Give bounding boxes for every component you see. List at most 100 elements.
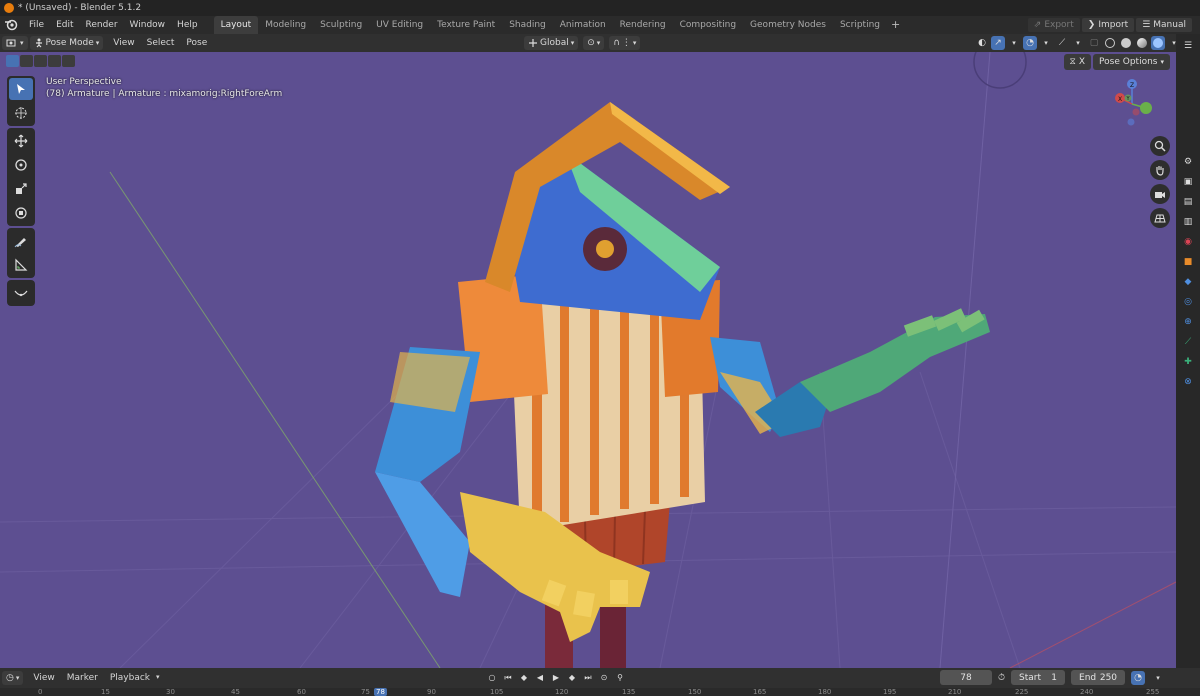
close-pose-panel-button[interactable]: ⧖ X [1063, 54, 1092, 70]
modifier-properties-icon[interactable]: ◆ [1180, 274, 1196, 290]
relax-pose-tool[interactable] [9, 282, 33, 304]
navigation-gizmo[interactable]: Z X Y [1104, 76, 1160, 132]
tab-shading[interactable]: Shading [502, 16, 553, 34]
tab-texture-paint[interactable]: Texture Paint [430, 16, 502, 34]
auto-keying-icon[interactable]: ⊙ [598, 671, 610, 684]
tab-compositing[interactable]: Compositing [673, 16, 743, 34]
move-tool[interactable] [9, 130, 33, 152]
xray-icon[interactable]: ▢ [1087, 36, 1101, 50]
orientation-dropdown[interactable]: Global ▾ [524, 36, 579, 50]
material-shading-icon[interactable] [1135, 36, 1149, 50]
physics-properties-icon[interactable]: ◎ [1180, 294, 1196, 310]
menu-render[interactable]: Render [80, 16, 124, 34]
outliner-icon[interactable]: ☰ [1180, 38, 1196, 54]
output-properties-icon[interactable]: ▤ [1180, 194, 1196, 210]
jump-start-icon[interactable]: ⏮ [502, 671, 514, 684]
render-properties-icon[interactable]: ▣ [1180, 174, 1196, 190]
measure-tool[interactable] [9, 254, 33, 276]
solid-shading-icon[interactable] [1119, 36, 1133, 50]
tab-modeling[interactable]: Modeling [258, 16, 313, 34]
jump-end-icon[interactable]: ⏭ [582, 671, 594, 684]
select-extend-icon[interactable] [20, 55, 33, 67]
viewport-menu-pose[interactable]: Pose [180, 38, 213, 48]
pose-options-dropdown[interactable]: Pose Options ▾ [1093, 54, 1170, 70]
timeline-menu-marker[interactable]: Marker [61, 673, 104, 683]
play-reverse-icon[interactable]: ◀ [534, 671, 546, 684]
snap-toggle[interactable]: ∩ ⋮ ▾ [609, 36, 641, 50]
chevron-down-icon[interactable]: ▾ [1007, 36, 1021, 50]
select-difference-icon[interactable] [48, 55, 61, 67]
menu-edit[interactable]: Edit [50, 16, 79, 34]
select-intersect-icon[interactable] [62, 55, 75, 67]
viewport-menu-select[interactable]: Select [141, 38, 181, 48]
wireframe-shading-icon[interactable] [1103, 36, 1117, 50]
add-workspace-icon[interactable]: + [887, 16, 904, 34]
tab-layout[interactable]: Layout [213, 16, 259, 34]
constraint-properties-icon[interactable]: ⊕ [1180, 314, 1196, 330]
chevron-down-icon[interactable]: ▾ [1151, 671, 1165, 685]
cursor-tool[interactable] [9, 102, 33, 124]
record-icon[interactable]: ○ [486, 671, 498, 684]
blender-menu-icon[interactable] [3, 17, 19, 33]
export-button[interactable]: ⇗ Export [1027, 18, 1080, 32]
rendered-shading-icon[interactable] [1151, 36, 1165, 50]
tab-sculpting[interactable]: Sculpting [313, 16, 369, 34]
timeline-editor-type-button[interactable]: ◷ ▾ [2, 671, 24, 685]
end-frame-field[interactable]: End 250 [1071, 670, 1126, 685]
armature-data-icon[interactable]: ⟋ [1180, 334, 1196, 350]
rotate-tool[interactable] [9, 154, 33, 176]
3d-viewport[interactable]: User Perspective (78) Armature | Armatur… [0, 52, 1176, 668]
scene-properties-icon[interactable]: ◉ [1180, 234, 1196, 250]
tab-uv-editing[interactable]: UV Editing [369, 16, 430, 34]
playhead-frame[interactable]: 78 [374, 688, 387, 696]
view-layer-icon[interactable]: ▥ [1180, 214, 1196, 230]
annotate-tool[interactable] [9, 230, 33, 252]
tab-animation[interactable]: Animation [553, 16, 613, 34]
chevron-down-icon[interactable]: ▾ [1071, 36, 1085, 50]
camera-icon[interactable] [1150, 184, 1170, 204]
tool-settings-icon[interactable]: ⚙ [1180, 154, 1196, 170]
zoom-icon[interactable] [1150, 136, 1170, 156]
next-keyframe-icon[interactable]: ◆ [566, 671, 578, 684]
start-frame-field[interactable]: Start 1 [1011, 670, 1066, 685]
select-new-icon[interactable] [6, 55, 19, 67]
import-button[interactable]: ❯ Import [1081, 18, 1135, 32]
object-properties-icon[interactable]: ■ [1180, 254, 1196, 270]
menu-window[interactable]: Window [124, 16, 172, 34]
current-frame-field[interactable]: 78 [940, 670, 992, 685]
hand-pan-icon[interactable] [1150, 160, 1170, 180]
bone-constraint-icon[interactable]: ⊗ [1180, 374, 1196, 390]
menu-file[interactable]: File [23, 16, 50, 34]
timeline-menu-view[interactable]: View [27, 673, 60, 683]
timeline-ruler[interactable]: 0 15 30 45 60 75 78 90 105 120 135 150 1… [0, 688, 1200, 696]
visibility-icon[interactable]: ◐ [975, 36, 989, 50]
bone-icon[interactable]: ⟋ [1055, 36, 1069, 50]
menu-help[interactable]: Help [171, 16, 204, 34]
scale-tool[interactable] [9, 178, 33, 200]
select-box-tool[interactable] [9, 78, 33, 100]
mode-dropdown[interactable]: Pose Mode ▾ [29, 36, 104, 50]
playback-controls: ○ ⏮ ◆ ◀ ▶ ◆ ⏭ ⊙ ⚲ [486, 671, 626, 684]
overlay-toggle-icon[interactable]: ◔ [1023, 36, 1037, 50]
editor-type-button[interactable]: ▾ [2, 36, 28, 50]
chevron-down-icon[interactable]: ▾ [1039, 36, 1053, 50]
timeline-overlay-icon[interactable]: ◔ [1131, 670, 1146, 685]
pivot-dropdown[interactable]: ⊙ ▾ [583, 36, 605, 50]
tab-scripting[interactable]: Scripting [833, 16, 887, 34]
play-icon[interactable]: ▶ [550, 671, 562, 684]
tab-rendering[interactable]: Rendering [613, 16, 673, 34]
perspective-grid-icon[interactable] [1150, 208, 1170, 228]
stopwatch-icon[interactable]: ⏱ [998, 673, 1005, 683]
viewport-menu-view[interactable]: View [107, 38, 140, 48]
transform-tool[interactable] [9, 202, 33, 224]
manual-button[interactable]: ☰ Manual [1136, 18, 1192, 32]
select-subtract-icon[interactable] [34, 55, 47, 67]
timeline-menu-playback[interactable]: Playback [104, 673, 156, 683]
chevron-down-icon: ▾ [596, 39, 601, 47]
tab-geometry-nodes[interactable]: Geometry Nodes [743, 16, 833, 34]
bone-properties-icon[interactable]: ✚ [1180, 354, 1196, 370]
ruler-tick: 15 [101, 688, 110, 696]
keying-set-icon[interactable]: ⚲ [614, 671, 626, 684]
prev-keyframe-icon[interactable]: ◆ [518, 671, 530, 684]
gizmo-toggle-icon[interactable]: ↗ [991, 36, 1005, 50]
